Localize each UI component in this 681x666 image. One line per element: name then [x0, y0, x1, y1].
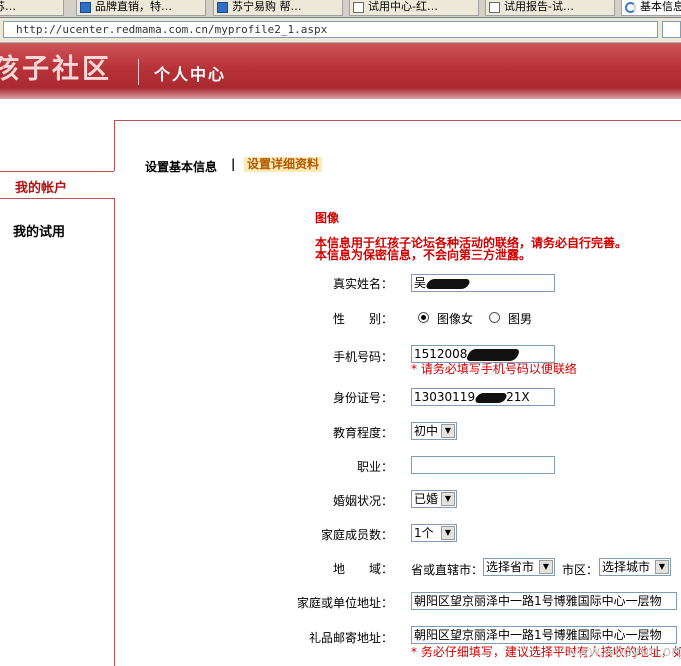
blue-site-icon	[217, 2, 228, 13]
gift-address-label: 礼品邮寄地址：	[308, 631, 393, 645]
occupation-label: 职业：	[356, 460, 393, 474]
redaction-mark	[424, 278, 472, 289]
address-value: 朝阳区望京丽泽中一路1号博雅国际中心一层物	[414, 594, 662, 608]
browser-tab-1[interactable]: 财-苏…	[0, 0, 64, 16]
province-select[interactable]: 选择省市 ▼	[483, 558, 555, 576]
sidebar-item-my-account[interactable]: 我的帐户	[15, 177, 67, 196]
phone-label: 手机号码：	[332, 350, 393, 364]
gender-female-radio[interactable]	[418, 312, 429, 323]
browser-tab-5[interactable]: 试用报告-试…	[485, 0, 615, 16]
id-number-label: 身份证号：	[332, 391, 393, 405]
region-label: 地 域：	[332, 562, 393, 576]
page-title: 个人中心	[154, 65, 227, 84]
redaction-mark	[465, 348, 522, 361]
address-toolbar: http://ucenter.redmama.com.cn/myprofile2…	[0, 18, 681, 43]
site-header: 孩子社区 个人中心	[0, 43, 681, 99]
privacy-notice-text: 本信息为保密信息，不会向第三方泄露。	[315, 248, 532, 262]
address-input[interactable]: 朝阳区望京丽泽中一路1号博雅国际中心一层物	[411, 592, 677, 610]
tab-detailed-info[interactable]: 设置详细资料	[244, 157, 323, 172]
tab-basic-info[interactable]: 设置基本信息	[145, 158, 217, 175]
phone-value: 1512008	[414, 347, 468, 361]
blue-site-icon	[80, 2, 91, 13]
tab-label: 品牌直销，特…	[95, 0, 172, 13]
city-label: 市区：	[562, 563, 599, 577]
family-size-select[interactable]: 1个 ▼	[411, 524, 457, 542]
province-value: 选择省市	[486, 560, 535, 574]
dropdown-arrow-icon: ▼	[655, 560, 669, 574]
redaction-mark	[473, 392, 509, 403]
content-border	[114, 120, 115, 171]
sidebar-divider	[0, 171, 114, 172]
browser-tab-2[interactable]: 品牌直销，特…	[76, 0, 206, 16]
url-field[interactable]: http://ucenter.redmama.com.cn/myprofile2…	[3, 21, 658, 38]
browser-tab-active[interactable]: 基本信息	[621, 0, 681, 16]
tab-label: 苏宁易购 帮…	[232, 0, 302, 13]
browser-tab-4[interactable]: 试用中心-红…	[349, 0, 479, 16]
content-border	[114, 120, 681, 121]
city-value: 选择城市	[602, 560, 651, 574]
city-select[interactable]: 选择城市 ▼	[599, 558, 671, 576]
id-number-value: 13030119	[414, 390, 476, 404]
address-label: 家庭或单位地址：	[296, 596, 393, 610]
gender-male-radio[interactable]	[489, 312, 500, 323]
site-logo[interactable]: 孩子社区	[0, 47, 112, 86]
education-value: 初中	[414, 424, 439, 438]
gender-male-label: 图男	[508, 312, 533, 326]
gift-address-input[interactable]: 朝阳区望京丽泽中一路1号博雅国际中心一层物	[411, 626, 677, 644]
dropdown-arrow-icon: ▼	[441, 526, 455, 540]
header-divider	[138, 59, 139, 85]
education-select[interactable]: 初中 ▼	[411, 422, 457, 440]
browser-tab-bar: 财-苏… 品牌直销，特… 苏宁易购 帮… 试用中心-红… 试用报告-试… 基本信…	[0, 0, 681, 18]
gender-female-label: 图像女	[437, 312, 474, 326]
real-name-label: 真实姓名：	[332, 277, 393, 291]
family-size-label: 家庭成员数：	[320, 528, 393, 542]
sidebar-divider	[0, 198, 115, 199]
family-size-value: 1个	[414, 526, 434, 540]
dropdown-arrow-icon: ▼	[441, 424, 455, 438]
tab-label: 基本信息	[640, 0, 681, 13]
marital-status-label: 婚姻状况：	[332, 494, 393, 508]
watermark: www.wooyun.org	[566, 644, 681, 660]
real-name-input[interactable]: 吴	[411, 274, 555, 292]
nav-separator: |	[231, 157, 236, 171]
sidebar-item-my-trial[interactable]: 我的试用	[13, 221, 65, 240]
tab-label: 试用报告-试…	[504, 0, 574, 13]
phone-hint: * 请务必填写手机号码以便联络	[411, 362, 577, 376]
page-icon	[489, 2, 500, 13]
occupation-input[interactable]	[411, 456, 555, 474]
id-number-input[interactable]: 13030119 21X	[411, 388, 555, 406]
page-icon	[353, 2, 364, 13]
dropdown-arrow-icon: ▼	[539, 560, 553, 574]
id-number-value-end: 21X	[506, 390, 530, 404]
content-border	[114, 198, 115, 666]
gift-address-value: 朝阳区望京丽泽中一路1号博雅国际中心一层物	[414, 628, 662, 642]
loading-icon	[625, 2, 636, 13]
browser-tab-3[interactable]: 苏宁易购 帮…	[213, 0, 343, 16]
dropdown-arrow-icon: ▼	[441, 492, 455, 506]
image-placeholder-label: 图像	[315, 211, 340, 225]
gender-label: 性 别：	[332, 312, 393, 326]
tab-label: 试用中心-红…	[368, 0, 438, 13]
tab-label: 财-苏…	[0, 0, 16, 13]
address-go-button[interactable]	[662, 21, 681, 38]
province-label: 省或直辖市：	[411, 563, 484, 577]
real-name-value: 吴	[414, 276, 427, 290]
marital-status-select[interactable]: 已婚 ▼	[411, 490, 457, 508]
education-label: 教育程度：	[332, 426, 393, 440]
marital-status-value: 已婚	[414, 492, 439, 506]
